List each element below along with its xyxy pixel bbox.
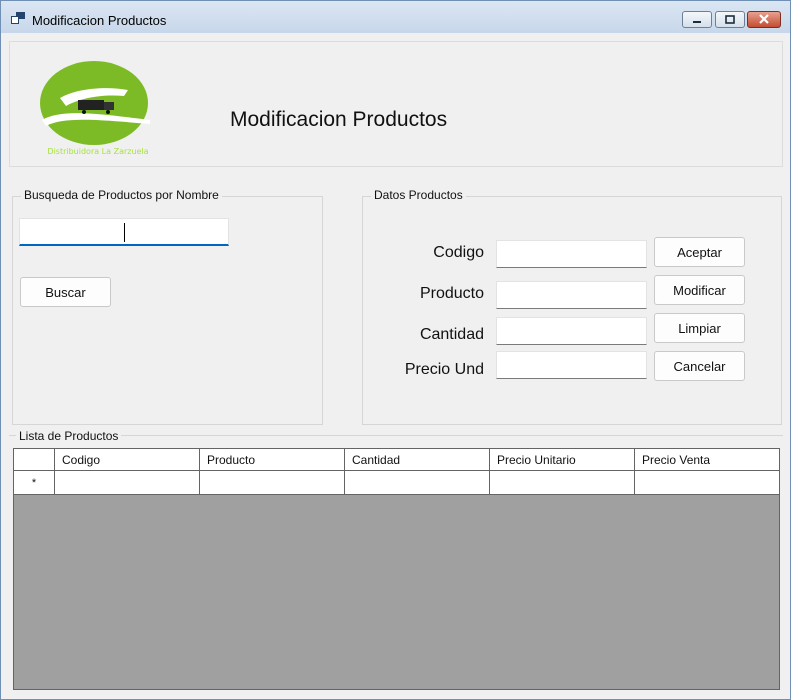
search-input[interactable] — [19, 218, 229, 246]
table-cell[interactable] — [345, 471, 490, 495]
search-button[interactable]: Buscar — [20, 277, 111, 307]
precio-label: Precio Und — [404, 361, 484, 378]
page-title: Modificacion Productos — [230, 108, 448, 131]
product-data-groupbox: Datos Productos — [362, 188, 782, 425]
product-data-group-label: Datos Productos — [371, 188, 466, 202]
cancelar-button[interactable]: Cancelar — [654, 351, 745, 381]
list-label: Lista de Productos — [16, 429, 122, 443]
title-bar[interactable]: Modificacion Productos — [1, 1, 790, 33]
table-cell[interactable] — [200, 471, 345, 495]
maximize-icon — [725, 15, 735, 24]
logo-text: Distribuidora La Zarzuela — [47, 147, 148, 156]
products-grid[interactable]: Codigo Producto Cantidad Precio Unitario… — [13, 448, 780, 690]
company-logo: Distribuidora La Zarzuela — [40, 61, 150, 156]
precio-input[interactable] — [496, 351, 647, 379]
main-window: Modificacion Productos Distribuidora La … — [0, 0, 791, 700]
text-caret — [124, 223, 125, 242]
column-header-cantidad[interactable]: Cantidad — [345, 449, 490, 471]
window-title: Modificacion Productos — [32, 13, 167, 28]
limpiar-button[interactable]: Limpiar — [654, 313, 745, 343]
grid-header-row: Codigo Producto Cantidad Precio Unitario… — [14, 449, 779, 471]
producto-input[interactable] — [496, 281, 647, 309]
column-header-codigo[interactable]: Codigo — [55, 449, 200, 471]
table-cell[interactable] — [635, 471, 779, 495]
table-cell[interactable] — [55, 471, 200, 495]
codigo-input[interactable] — [496, 240, 647, 268]
codigo-label: Codigo — [433, 244, 484, 261]
minimize-icon — [693, 21, 701, 23]
column-header-producto[interactable]: Producto — [200, 449, 345, 471]
list-divider — [9, 435, 783, 436]
row-header-corner[interactable] — [14, 449, 55, 471]
minimize-button[interactable] — [682, 11, 712, 28]
search-group-label: Busqueda de Productos por Nombre — [21, 188, 222, 202]
table-cell[interactable] — [490, 471, 635, 495]
header-panel: Distribuidora La Zarzuela Modificacion P… — [9, 41, 783, 167]
app-icon — [11, 12, 25, 24]
maximize-button[interactable] — [715, 11, 745, 28]
aceptar-button[interactable]: Aceptar — [654, 237, 745, 267]
modificar-button[interactable]: Modificar — [654, 275, 745, 305]
table-row-new[interactable]: * — [14, 471, 779, 495]
column-header-precio-venta[interactable]: Precio Venta — [635, 449, 779, 471]
cantidad-label: Cantidad — [419, 326, 484, 343]
cantidad-input[interactable] — [496, 317, 647, 345]
new-row-marker[interactable]: * — [14, 471, 55, 495]
close-icon — [759, 14, 769, 24]
close-button[interactable] — [747, 11, 781, 28]
producto-label: Producto — [419, 285, 484, 302]
form-content: Distribuidora La Zarzuela Modificacion P… — [9, 33, 783, 693]
column-header-precio-unitario[interactable]: Precio Unitario — [490, 449, 635, 471]
